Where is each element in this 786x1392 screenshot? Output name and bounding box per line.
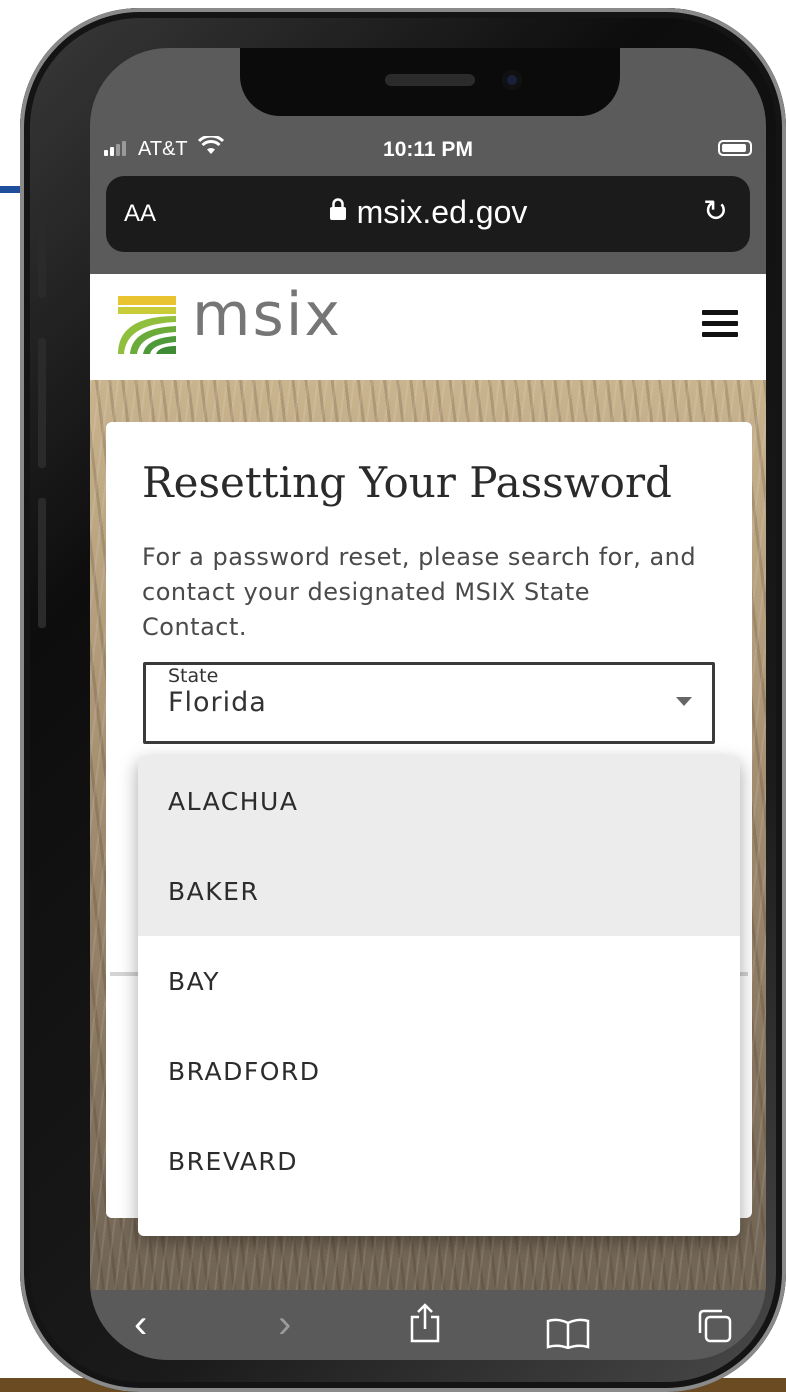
silent-switch xyxy=(38,218,46,298)
browser-toolbar: ‹ › xyxy=(90,1290,766,1360)
msix-logo-text[interactable]: msix xyxy=(192,280,342,350)
state-select-label: State xyxy=(168,665,219,687)
tabs-icon[interactable] xyxy=(694,1304,734,1360)
speaker-grille xyxy=(385,74,475,86)
dropdown-option[interactable]: BREVARD xyxy=(138,1116,740,1206)
msix-logo-icon[interactable] xyxy=(118,296,176,356)
county-dropdown-list: ALACHUA BAKER BAY BRADFORD BREVARD xyxy=(138,756,740,1236)
chevron-down-icon xyxy=(676,697,692,706)
url-text: msix.ed.gov xyxy=(356,194,528,230)
volume-down-button xyxy=(38,498,46,628)
status-bar: AT&T 10:11 PM xyxy=(90,128,766,172)
phone-screen: AT&T 10:11 PM AA msix.ed.gov ↻ msix Rese… xyxy=(90,48,766,1360)
camera-icon xyxy=(502,70,522,90)
battery-icon xyxy=(718,140,752,156)
phone-frame: AT&T 10:11 PM AA msix.ed.gov ↻ msix Rese… xyxy=(20,8,786,1392)
volume-up-button xyxy=(38,338,46,468)
dropdown-option[interactable]: BAKER xyxy=(138,846,740,936)
status-time: 10:11 PM xyxy=(383,138,473,161)
share-icon[interactable] xyxy=(408,1302,442,1358)
site-header: msix xyxy=(90,274,766,380)
address-bar[interactable]: AA msix.ed.gov ↻ xyxy=(106,176,750,252)
page-title: Resetting Your Password xyxy=(142,458,672,507)
lock-icon xyxy=(329,198,347,226)
notch xyxy=(240,48,620,116)
state-select[interactable]: State Florida xyxy=(143,662,715,744)
bookmarks-icon[interactable] xyxy=(546,1308,590,1360)
url-display[interactable]: msix.ed.gov xyxy=(106,194,750,231)
dropdown-option[interactable]: BRADFORD xyxy=(138,1026,740,1116)
instructions-text: For a password reset, please search for,… xyxy=(142,543,697,641)
reload-icon[interactable]: ↻ xyxy=(703,194,728,229)
state-select-value: Florida xyxy=(168,687,267,718)
dropdown-option[interactable]: ALACHUA xyxy=(138,756,740,846)
menu-icon[interactable] xyxy=(702,310,738,338)
back-icon[interactable]: ‹ xyxy=(134,1296,147,1352)
dropdown-option[interactable]: BAY xyxy=(138,936,740,1026)
forward-icon[interactable]: › xyxy=(278,1296,291,1352)
